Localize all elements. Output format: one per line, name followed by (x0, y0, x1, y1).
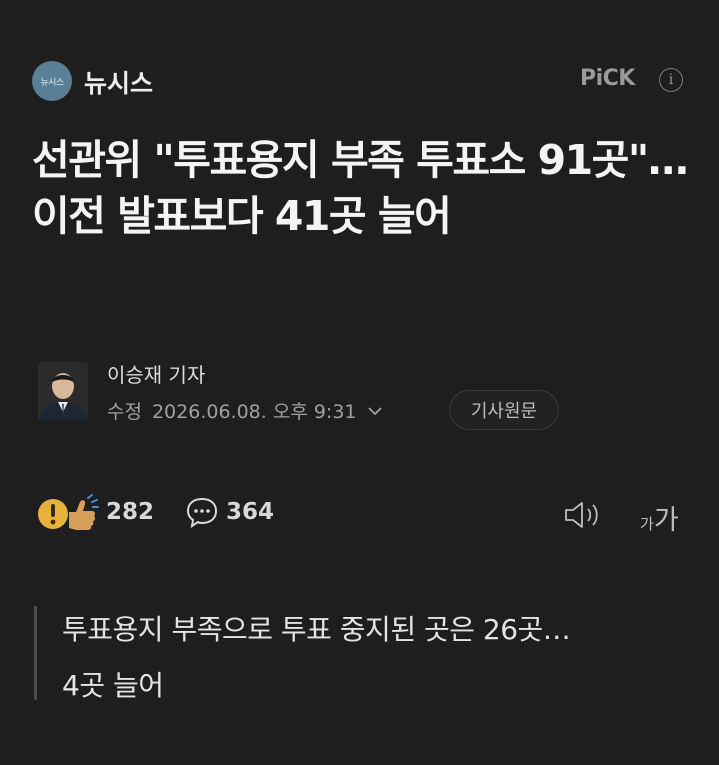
article-headline: 선관위 "투표용지 부족 투표소 91곳"…이전 발표보다 41곳 늘어 (32, 136, 689, 240)
comment-icon[interactable] (185, 496, 219, 529)
font-size-icon[interactable]: 가가 (640, 498, 679, 537)
press-logo-text: 뉴시스 (40, 77, 64, 88)
reporter-name[interactable]: 이승재 기자 (107, 359, 205, 388)
date-value: 2026.06.08. 오후 9:31 (151, 401, 357, 423)
comment-count[interactable]: 364 (226, 499, 274, 525)
reporter-avatar[interactable] (38, 362, 88, 420)
reaction-count[interactable]: 282 (106, 499, 154, 525)
article-summary: 투표용지 부족으로 투표 중지된 곳은 26곳… 4곳 늘어 (62, 602, 702, 714)
speaker-icon[interactable] (563, 499, 603, 531)
font-size-big: 가 (653, 505, 679, 536)
press-name[interactable]: 뉴시스 (84, 64, 153, 100)
date-label: 수정 (107, 401, 142, 423)
reaction-icon[interactable] (36, 494, 102, 534)
info-icon[interactable]: i (659, 68, 683, 92)
original-article-button[interactable]: 기사원문 (449, 390, 559, 430)
date-line: 수정 2026.06.08. 오후 9:31 (107, 397, 383, 424)
pick-label: PiCK (580, 66, 635, 91)
font-size-small: 가 (640, 515, 654, 533)
avatar-image (38, 362, 88, 420)
chevron-down-icon[interactable] (367, 405, 383, 417)
summary-line-1: 투표용지 부족으로 투표 중지된 곳은 26곳… (62, 613, 571, 646)
summary-line-2: 4곳 늘어 (62, 669, 164, 702)
press-logo[interactable]: 뉴시스 (32, 61, 72, 101)
summary-bar (34, 606, 37, 700)
